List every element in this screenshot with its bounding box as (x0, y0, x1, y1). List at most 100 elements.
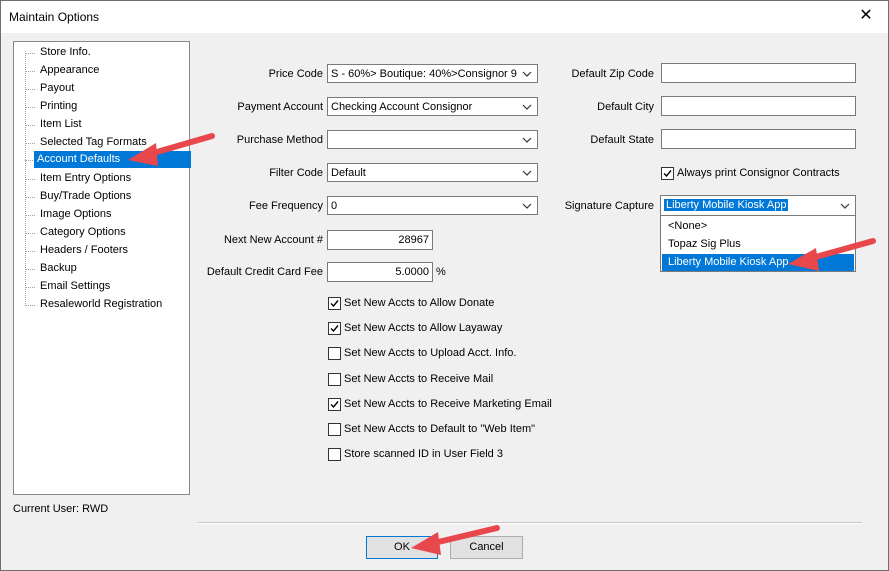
price-code-select[interactable]: S - 60%> Boutique: 40%>Consignor 9 (327, 64, 538, 83)
tree-connector (25, 215, 35, 216)
tree-item-label: Printing (40, 100, 78, 112)
tree-item-category-options[interactable]: Category Options (17, 224, 188, 242)
close-icon[interactable]: ✕ (858, 7, 874, 25)
tree-connector (25, 305, 35, 306)
filter-code-value: Default (331, 167, 366, 179)
default-state-input[interactable] (661, 129, 856, 149)
checkbox-label: Set New Accts to Upload Acct. Info. (344, 347, 517, 359)
fee-frequency-select[interactable]: 0 (327, 196, 538, 215)
cc-fee-unit: % (436, 266, 446, 278)
tree-connector (25, 233, 35, 234)
tree-item-label: Appearance (40, 64, 100, 76)
checkbox-label: Always print Consignor Contracts (677, 167, 840, 179)
tree-connector (25, 287, 35, 288)
filter-code-label: Filter Code (269, 167, 323, 179)
tree-item-label: Item Entry Options (40, 172, 132, 184)
checkbox-label: Set New Accts to Allow Layaway (344, 322, 503, 334)
signature-capture-label: Signature Capture (564, 200, 654, 212)
purchase-method-select[interactable] (327, 130, 538, 149)
tree-connector (25, 251, 35, 252)
tree-item-buy-trade-options[interactable]: Buy/Trade Options (17, 188, 188, 206)
tree-item-item-entry-options[interactable]: Item Entry Options (17, 170, 188, 188)
default-state-label: Default State (590, 134, 654, 146)
tree-connector (25, 197, 35, 198)
tree-connector (25, 71, 35, 72)
checkbox-box[interactable] (328, 423, 341, 436)
dropdown-option-topaz[interactable]: Topaz Sig Plus (662, 236, 854, 253)
tree-item-image-options[interactable]: Image Options (17, 206, 188, 224)
payment-account-select[interactable]: Checking Account Consignor (327, 97, 538, 116)
check-icon (663, 170, 672, 178)
tree-item-resaleworld-registration[interactable]: Resaleworld Registration (17, 296, 188, 314)
tree-item-payout[interactable]: Payout (17, 80, 188, 98)
tree-item-label: Store Info. (40, 46, 91, 58)
tree-item-label: Item List (40, 118, 82, 130)
checkbox-label: Set New Accts to Default to "Web Item" (344, 423, 536, 435)
chevron-down-icon (522, 71, 532, 77)
checkbox-box[interactable] (328, 448, 341, 461)
tree-item-label: Headers / Footers (40, 244, 129, 256)
chevron-down-icon (840, 203, 850, 209)
tree-item-headers-footers[interactable]: Headers / Footers (17, 242, 188, 260)
default-city-input[interactable] (661, 96, 856, 116)
tree-item-store-info[interactable]: Store Info. (17, 44, 188, 62)
payment-account-value: Checking Account Consignor (331, 101, 473, 113)
next-new-account-input[interactable] (327, 230, 433, 250)
tree-item-printing[interactable]: Printing (17, 98, 188, 116)
tree-item-backup[interactable]: Backup (17, 260, 188, 278)
check-icon (330, 401, 339, 409)
dropdown-option-none[interactable]: <None> (662, 218, 854, 235)
dropdown-option-liberty[interactable]: Liberty Mobile Kiosk App (662, 254, 854, 271)
tree-connector (25, 89, 35, 90)
checkbox-box[interactable] (661, 167, 674, 180)
checkbox-label: Set New Accts to Allow Donate (344, 297, 495, 309)
tree-connector (25, 143, 35, 144)
chevron-down-icon (522, 170, 532, 176)
ok-button[interactable]: OK (366, 536, 438, 559)
tree-connector (25, 107, 35, 108)
checkbox-box[interactable] (328, 322, 341, 335)
checkbox-box[interactable] (328, 297, 341, 310)
chevron-down-icon (522, 203, 532, 209)
cancel-button[interactable]: Cancel (450, 536, 523, 559)
signature-capture-select[interactable]: Liberty Mobile Kiosk App (660, 195, 856, 216)
default-cc-fee-input[interactable] (327, 262, 433, 282)
chevron-down-icon (522, 104, 532, 110)
payment-account-label: Payment Account (237, 101, 323, 113)
maintain-options-dialog: Maintain Options ✕ Store Info. Appearanc… (0, 0, 889, 571)
check-icon (330, 300, 339, 308)
tree-item-label: Payout (40, 82, 75, 94)
checkbox-label: Store scanned ID in User Field 3 (344, 448, 503, 460)
window-title: Maintain Options (9, 10, 100, 24)
check-icon (330, 325, 339, 333)
price-code-value: S - 60%> Boutique: 40%>Consignor 9 (331, 68, 517, 80)
tree-item-label: Email Settings (40, 280, 111, 292)
tree-item-selected-tag-formats[interactable]: Selected Tag Formats (17, 134, 188, 152)
tree-connector (25, 269, 35, 270)
tree-item-account-defaults[interactable]: Account Defaults (17, 151, 191, 169)
filter-code-select[interactable]: Default (327, 163, 538, 182)
footer-divider (197, 522, 862, 524)
tree-item-item-list[interactable]: Item List (17, 116, 188, 134)
chevron-down-icon (522, 137, 532, 143)
current-user-status: Current User: RWD (13, 503, 109, 515)
checkbox-label: Set New Accts to Receive Mail (344, 373, 494, 385)
default-zip-label: Default Zip Code (571, 68, 654, 80)
signature-capture-value: Liberty Mobile Kiosk App (664, 199, 789, 211)
price-code-label: Price Code (268, 68, 323, 80)
tree-item-label: Resaleworld Registration (40, 298, 163, 310)
default-city-label: Default City (597, 101, 654, 113)
tree-item-email-settings[interactable]: Email Settings (17, 278, 188, 296)
tree-item-appearance[interactable]: Appearance (17, 62, 188, 80)
tree-item-label: Account Defaults (34, 151, 191, 168)
default-zip-input[interactable] (661, 63, 856, 83)
signature-capture-dropdown[interactable]: <None> Topaz Sig Plus Liberty Mobile Kio… (660, 215, 856, 272)
title-bar: Maintain Options ✕ (1, 1, 888, 33)
checkbox-box[interactable] (328, 373, 341, 386)
tree-item-label: Buy/Trade Options (40, 190, 132, 202)
options-tree[interactable]: Store Info. Appearance Payout Printing I… (13, 41, 191, 495)
next-new-account-label: Next New Account # (223, 234, 323, 246)
tree-item-label: Selected Tag Formats (40, 136, 147, 148)
checkbox-box[interactable] (328, 347, 341, 360)
checkbox-box[interactable] (328, 398, 341, 411)
